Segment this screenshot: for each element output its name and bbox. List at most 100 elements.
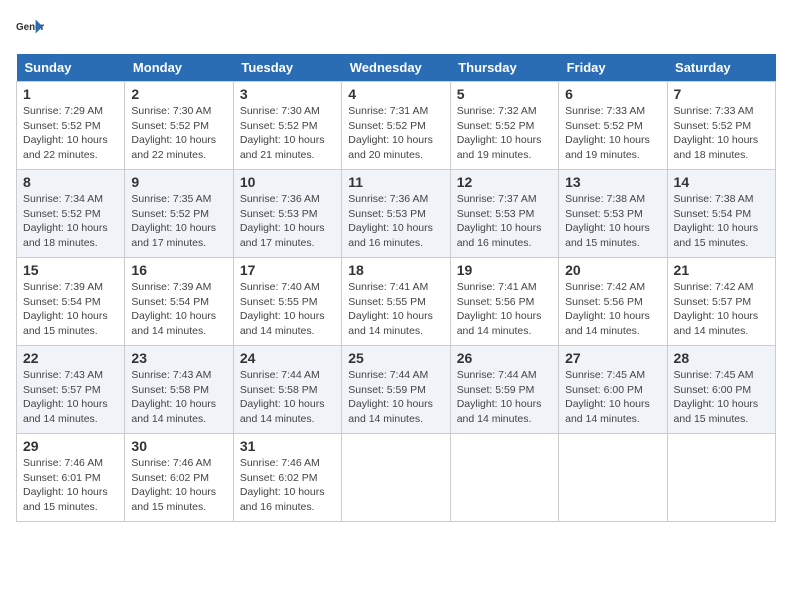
- calendar-cell-22: 22 Sunrise: 7:43 AMSunset: 5:57 PMDayligh…: [17, 346, 125, 434]
- day-number-15: 15: [23, 262, 118, 278]
- day-number-16: 16: [131, 262, 226, 278]
- day-number-7: 7: [674, 86, 769, 102]
- day-detail-20: Sunrise: 7:42 AMSunset: 5:56 PMDaylight:…: [565, 280, 660, 339]
- calendar-cell-24: 24 Sunrise: 7:44 AMSunset: 5:58 PMDayligh…: [233, 346, 341, 434]
- calendar-cell-5: 5 Sunrise: 7:32 AMSunset: 5:52 PMDaylight…: [450, 82, 558, 170]
- day-detail-14: Sunrise: 7:38 AMSunset: 5:54 PMDaylight:…: [674, 192, 769, 251]
- calendar-week-1: 8 Sunrise: 7:34 AMSunset: 5:52 PMDaylight…: [17, 170, 776, 258]
- calendar-cell-11: 11 Sunrise: 7:36 AMSunset: 5:53 PMDayligh…: [342, 170, 450, 258]
- header-sunday: Sunday: [17, 54, 125, 82]
- day-detail-10: Sunrise: 7:36 AMSunset: 5:53 PMDaylight:…: [240, 192, 335, 251]
- day-detail-27: Sunrise: 7:45 AMSunset: 6:00 PMDaylight:…: [565, 368, 660, 427]
- day-detail-5: Sunrise: 7:32 AMSunset: 5:52 PMDaylight:…: [457, 104, 552, 163]
- day-number-21: 21: [674, 262, 769, 278]
- logo: General: [16, 16, 48, 44]
- calendar-cell-9: 9 Sunrise: 7:35 AMSunset: 5:52 PMDaylight…: [125, 170, 233, 258]
- calendar-cell-empty-4-3: [342, 434, 450, 522]
- day-number-13: 13: [565, 174, 660, 190]
- day-number-4: 4: [348, 86, 443, 102]
- day-detail-16: Sunrise: 7:39 AMSunset: 5:54 PMDaylight:…: [131, 280, 226, 339]
- day-number-11: 11: [348, 174, 443, 190]
- calendar-cell-10: 10 Sunrise: 7:36 AMSunset: 5:53 PMDayligh…: [233, 170, 341, 258]
- day-detail-19: Sunrise: 7:41 AMSunset: 5:56 PMDaylight:…: [457, 280, 552, 339]
- day-number-1: 1: [23, 86, 118, 102]
- header-friday: Friday: [559, 54, 667, 82]
- day-detail-17: Sunrise: 7:40 AMSunset: 5:55 PMDaylight:…: [240, 280, 335, 339]
- day-detail-24: Sunrise: 7:44 AMSunset: 5:58 PMDaylight:…: [240, 368, 335, 427]
- calendar-cell-empty-4-4: [450, 434, 558, 522]
- day-number-23: 23: [131, 350, 226, 366]
- day-detail-8: Sunrise: 7:34 AMSunset: 5:52 PMDaylight:…: [23, 192, 118, 251]
- calendar-cell-empty-4-6: [667, 434, 775, 522]
- calendar-cell-1: 1 Sunrise: 7:29 AMSunset: 5:52 PMDaylight…: [17, 82, 125, 170]
- header-wednesday: Wednesday: [342, 54, 450, 82]
- day-detail-25: Sunrise: 7:44 AMSunset: 5:59 PMDaylight:…: [348, 368, 443, 427]
- day-number-27: 27: [565, 350, 660, 366]
- day-number-19: 19: [457, 262, 552, 278]
- calendar-cell-16: 16 Sunrise: 7:39 AMSunset: 5:54 PMDayligh…: [125, 258, 233, 346]
- calendar-week-2: 15 Sunrise: 7:39 AMSunset: 5:54 PMDayligh…: [17, 258, 776, 346]
- day-number-8: 8: [23, 174, 118, 190]
- calendar-cell-2: 2Sunrise: 7:30 AMSunset: 5:52 PMDaylight…: [125, 82, 233, 170]
- day-detail-29: Sunrise: 7:46 AMSunset: 6:01 PMDaylight:…: [23, 456, 118, 515]
- day-detail-6: Sunrise: 7:33 AMSunset: 5:52 PMDaylight:…: [565, 104, 660, 163]
- day-detail-7: Sunrise: 7:33 AMSunset: 5:52 PMDaylight:…: [674, 104, 769, 163]
- calendar-cell-13: 13 Sunrise: 7:38 AMSunset: 5:53 PMDayligh…: [559, 170, 667, 258]
- calendar-cell-18: 18 Sunrise: 7:41 AMSunset: 5:55 PMDayligh…: [342, 258, 450, 346]
- calendar-week-0: 1 Sunrise: 7:29 AMSunset: 5:52 PMDaylight…: [17, 82, 776, 170]
- calendar-cell-30: 30Sunrise: 7:46 AMSunset: 6:02 PMDayligh…: [125, 434, 233, 522]
- calendar-cell-empty-4-5: [559, 434, 667, 522]
- day-number-20: 20: [565, 262, 660, 278]
- calendar-cell-17: 17Sunrise: 7:40 AMSunset: 5:55 PMDayligh…: [233, 258, 341, 346]
- day-detail-4: Sunrise: 7:31 AMSunset: 5:52 PMDaylight:…: [348, 104, 443, 163]
- day-detail-23: Sunrise: 7:43 AMSunset: 5:58 PMDaylight:…: [131, 368, 226, 427]
- calendar-cell-12: 12 Sunrise: 7:37 AMSunset: 5:53 PMDayligh…: [450, 170, 558, 258]
- calendar-cell-26: 26 Sunrise: 7:44 AMSunset: 5:59 PMDayligh…: [450, 346, 558, 434]
- calendar-cell-6: 6 Sunrise: 7:33 AMSunset: 5:52 PMDaylight…: [559, 82, 667, 170]
- day-number-9: 9: [131, 174, 226, 190]
- day-detail-3: Sunrise: 7:30 AMSunset: 5:52 PMDaylight:…: [240, 104, 335, 163]
- day-detail-12: Sunrise: 7:37 AMSunset: 5:53 PMDaylight:…: [457, 192, 552, 251]
- calendar-week-4: 29 Sunrise: 7:46 AMSunset: 6:01 PMDayligh…: [17, 434, 776, 522]
- day-detail-13: Sunrise: 7:38 AMSunset: 5:53 PMDaylight:…: [565, 192, 660, 251]
- calendar-cell-23: 23 Sunrise: 7:43 AMSunset: 5:58 PMDayligh…: [125, 346, 233, 434]
- day-number-5: 5: [457, 86, 552, 102]
- header-row: SundayMondayTuesdayWednesdayThursdayFrid…: [17, 54, 776, 82]
- day-detail-1: Sunrise: 7:29 AMSunset: 5:52 PMDaylight:…: [23, 104, 118, 163]
- day-number-24: 24: [240, 350, 335, 366]
- day-number-12: 12: [457, 174, 552, 190]
- calendar-cell-31: 31Sunrise: 7:46 AMSunset: 6:02 PMDayligh…: [233, 434, 341, 522]
- day-detail-28: Sunrise: 7:45 AMSunset: 6:00 PMDaylight:…: [674, 368, 769, 427]
- day-number-30: 30: [131, 438, 226, 454]
- day-number-10: 10: [240, 174, 335, 190]
- day-number-25: 25: [348, 350, 443, 366]
- day-number-26: 26: [457, 350, 552, 366]
- day-detail-22: Sunrise: 7:43 AMSunset: 5:57 PMDaylight:…: [23, 368, 118, 427]
- calendar-week-3: 22 Sunrise: 7:43 AMSunset: 5:57 PMDayligh…: [17, 346, 776, 434]
- day-number-2: 2: [131, 86, 226, 102]
- calendar-cell-4: 4 Sunrise: 7:31 AMSunset: 5:52 PMDaylight…: [342, 82, 450, 170]
- calendar-cell-20: 20 Sunrise: 7:42 AMSunset: 5:56 PMDayligh…: [559, 258, 667, 346]
- header-saturday: Saturday: [667, 54, 775, 82]
- day-detail-9: Sunrise: 7:35 AMSunset: 5:52 PMDaylight:…: [131, 192, 226, 251]
- calendar-cell-21: 21Sunrise: 7:42 AMSunset: 5:57 PMDayligh…: [667, 258, 775, 346]
- day-number-29: 29: [23, 438, 118, 454]
- calendar-cell-3: 3Sunrise: 7:30 AMSunset: 5:52 PMDaylight…: [233, 82, 341, 170]
- day-detail-11: Sunrise: 7:36 AMSunset: 5:53 PMDaylight:…: [348, 192, 443, 251]
- day-number-18: 18: [348, 262, 443, 278]
- calendar-table: SundayMondayTuesdayWednesdayThursdayFrid…: [16, 54, 776, 522]
- calendar-cell-28: 28 Sunrise: 7:45 AMSunset: 6:00 PMDayligh…: [667, 346, 775, 434]
- day-detail-18: Sunrise: 7:41 AMSunset: 5:55 PMDaylight:…: [348, 280, 443, 339]
- calendar-cell-19: 19 Sunrise: 7:41 AMSunset: 5:56 PMDayligh…: [450, 258, 558, 346]
- calendar-cell-8: 8 Sunrise: 7:34 AMSunset: 5:52 PMDaylight…: [17, 170, 125, 258]
- day-number-14: 14: [674, 174, 769, 190]
- day-number-22: 22: [23, 350, 118, 366]
- day-number-28: 28: [674, 350, 769, 366]
- logo-icon: General: [16, 16, 44, 44]
- day-detail-31: Sunrise: 7:46 AMSunset: 6:02 PMDaylight:…: [240, 456, 335, 515]
- day-number-6: 6: [565, 86, 660, 102]
- day-detail-26: Sunrise: 7:44 AMSunset: 5:59 PMDaylight:…: [457, 368, 552, 427]
- calendar-cell-15: 15Sunrise: 7:39 AMSunset: 5:54 PMDayligh…: [17, 258, 125, 346]
- header-monday: Monday: [125, 54, 233, 82]
- header-tuesday: Tuesday: [233, 54, 341, 82]
